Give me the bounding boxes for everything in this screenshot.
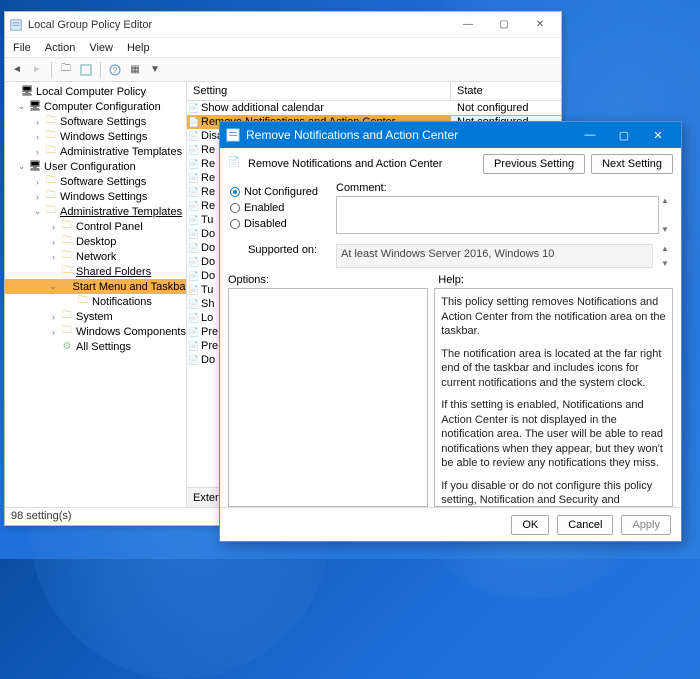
policy-name: Remove Notifications and Action Center xyxy=(248,158,477,170)
help-box[interactable]: This policy setting removes Notification… xyxy=(434,288,673,507)
setting-icon: 📄 xyxy=(187,145,201,156)
setting-icon: 📄 xyxy=(187,299,201,310)
tree-cc-win[interactable]: ›🗀Windows Settings xyxy=(5,129,186,144)
tree-pane[interactable]: 🖥Local Computer Policy ⌄🖥Computer Config… xyxy=(5,82,187,507)
setting-icon: 📄 xyxy=(187,229,201,240)
maximize-button[interactable]: ▢ xyxy=(487,14,521,36)
minimize-button[interactable]: — xyxy=(451,14,485,36)
setting-state: Not configured xyxy=(451,102,561,114)
comment-spin[interactable]: ▲▼ xyxy=(661,196,673,234)
menu-view[interactable]: View xyxy=(89,42,113,54)
forward-icon[interactable]: ► xyxy=(29,62,45,78)
radio-not-configured[interactable]: Not Configured xyxy=(230,184,328,200)
tree-cc[interactable]: ⌄🖥Computer Configuration xyxy=(5,99,186,114)
setting-row[interactable]: 📄Show additional calendarNot configured xyxy=(187,101,561,115)
policy-item-icon: 📄 xyxy=(228,157,242,171)
setting-icon: 📄 xyxy=(187,215,201,226)
help-p1: This policy setting removes Notification… xyxy=(441,295,666,339)
previous-setting-button[interactable]: Previous Setting xyxy=(483,154,585,174)
setting-icon: 📄 xyxy=(187,131,201,142)
setting-icon: 📄 xyxy=(187,313,201,324)
tree-shared-folders[interactable]: 🗀Shared Folders xyxy=(5,264,186,279)
filter-icon[interactable]: ▦ xyxy=(127,62,143,78)
tree-cp[interactable]: ›🗀Control Panel xyxy=(5,219,186,234)
policy-dialog: Remove Notifications and Action Center —… xyxy=(219,121,682,542)
setting-icon: 📄 xyxy=(187,355,201,366)
tree-cc-soft[interactable]: ›🗀Software Settings xyxy=(5,114,186,129)
gpedit-icon xyxy=(9,18,23,32)
tree-uc-adm[interactable]: ⌄🗀Administrative Templates xyxy=(5,204,186,219)
tree-desktop[interactable]: ›🗀Desktop xyxy=(5,234,186,249)
setting-icon: 📄 xyxy=(187,341,201,352)
tree-root[interactable]: 🖥Local Computer Policy xyxy=(5,84,186,99)
tree-system[interactable]: ›🗀System xyxy=(5,309,186,324)
tree-uc[interactable]: ⌄🖥User Configuration xyxy=(5,159,186,174)
policy-icon xyxy=(226,128,240,142)
setting-icon: 📄 xyxy=(187,187,201,198)
supported-label: Supported on: xyxy=(228,244,328,268)
setting-icon: 📄 xyxy=(187,271,201,282)
setting-icon: 📄 xyxy=(187,117,201,128)
setting-icon: 📄 xyxy=(187,285,201,296)
setting-text: Show additional calendar xyxy=(201,102,451,114)
setting-icon: 📄 xyxy=(187,327,201,338)
setting-icon: 📄 xyxy=(187,201,201,212)
tree-uc-win[interactable]: ›🗀Windows Settings xyxy=(5,189,186,204)
cancel-button[interactable]: Cancel xyxy=(557,515,613,535)
dialog-footer: OK Cancel Apply xyxy=(220,507,681,541)
options-box xyxy=(228,288,428,507)
gpedit-title: Local Group Policy Editor xyxy=(28,19,451,31)
toolbar: ◄ ► 🗀 ? ▦ ▼ xyxy=(5,58,561,82)
dlg-close-button[interactable]: ✕ xyxy=(641,122,675,148)
menu-file[interactable]: File xyxy=(13,42,31,54)
tree-network[interactable]: ›🗀Network xyxy=(5,249,186,264)
options-label: Options: xyxy=(228,274,428,286)
apply-button[interactable]: Apply xyxy=(621,515,671,535)
dialog-titlebar[interactable]: Remove Notifications and Action Center —… xyxy=(220,122,681,148)
help-p2: The notification area is located at the … xyxy=(441,347,666,391)
setting-icon: 📄 xyxy=(187,103,201,114)
setting-icon: 📄 xyxy=(187,243,201,254)
menu-help[interactable]: Help xyxy=(127,42,150,54)
help-icon[interactable]: ? xyxy=(107,62,123,78)
dlg-maximize-button[interactable]: ▢ xyxy=(607,122,641,148)
tree-win-components[interactable]: ›🗀Windows Components xyxy=(5,324,186,339)
tree-cc-adm[interactable]: ›🗀Administrative Templates xyxy=(5,144,186,159)
refresh-icon[interactable] xyxy=(78,62,94,78)
svg-text:?: ? xyxy=(113,66,118,75)
back-icon[interactable]: ◄ xyxy=(9,62,25,78)
setting-icon: 📄 xyxy=(187,257,201,268)
tree-all-settings[interactable]: ⚙All Settings xyxy=(5,339,186,354)
comment-label: Comment: xyxy=(336,182,673,194)
gpedit-titlebar[interactable]: Local Group Policy Editor — ▢ ✕ xyxy=(5,12,561,38)
menu-action[interactable]: Action xyxy=(45,42,76,54)
help-label: Help: xyxy=(438,274,673,286)
menubar: File Action View Help xyxy=(5,38,561,58)
dialog-title: Remove Notifications and Action Center xyxy=(246,128,573,142)
close-button[interactable]: ✕ xyxy=(523,14,557,36)
up-icon[interactable]: 🗀 xyxy=(58,62,74,78)
filter2-icon[interactable]: ▼ xyxy=(147,62,163,78)
radio-disabled[interactable]: Disabled xyxy=(230,216,328,232)
tree-start-menu-taskbar[interactable]: ⌄🗀Start Menu and Taskbar xyxy=(5,279,186,294)
comment-textbox[interactable] xyxy=(336,196,659,234)
next-setting-button[interactable]: Next Setting xyxy=(591,154,673,174)
ok-button[interactable]: OK xyxy=(511,515,549,535)
col-setting[interactable]: Setting xyxy=(187,82,451,100)
supported-spin[interactable]: ▲▼ xyxy=(661,244,673,268)
tree-notifications[interactable]: 🗀Notifications xyxy=(5,294,186,309)
help-p4: If you disable or do not configure this … xyxy=(441,479,666,507)
tree-uc-soft[interactable]: ›🗀Software Settings xyxy=(5,174,186,189)
setting-icon: 📄 xyxy=(187,173,201,184)
settings-header: Setting State xyxy=(187,82,561,101)
config-radios: Not Configured Enabled Disabled xyxy=(228,182,328,234)
col-state[interactable]: State xyxy=(451,82,561,100)
radio-enabled[interactable]: Enabled xyxy=(230,200,328,216)
supported-textbox: At least Windows Server 2016, Windows 10 xyxy=(336,244,653,268)
setting-icon: 📄 xyxy=(187,159,201,170)
help-p3: If this setting is enabled, Notification… xyxy=(441,398,666,471)
dlg-minimize-button[interactable]: — xyxy=(573,122,607,148)
